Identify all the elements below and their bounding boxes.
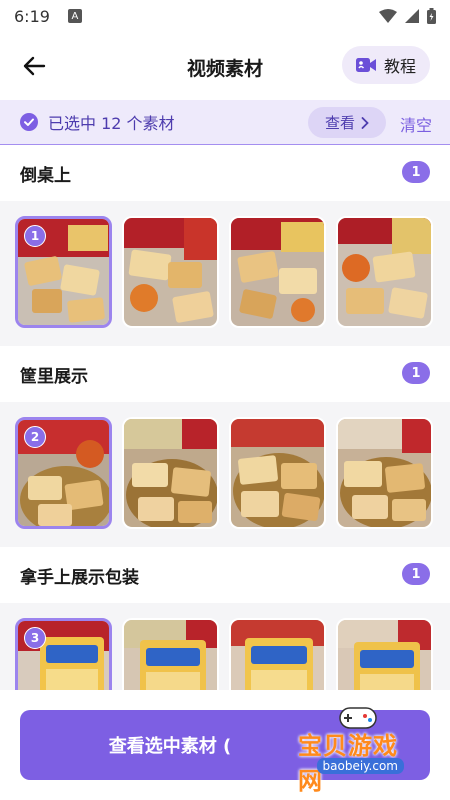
video-thumbnail[interactable] xyxy=(229,216,326,328)
video-thumbnail[interactable]: 2 xyxy=(15,417,112,529)
video-thumbnail[interactable] xyxy=(229,417,326,529)
view-selected-materials-button[interactable]: 查看选中素材 ( xyxy=(20,710,430,780)
section-count-badge: 1 xyxy=(402,563,430,585)
tutorial-button[interactable]: 教程 xyxy=(342,46,430,84)
video-thumbnail[interactable] xyxy=(336,216,433,328)
thumbnail-image xyxy=(231,218,324,326)
thumbnail-image xyxy=(124,419,217,527)
check-circle-icon xyxy=(20,113,38,131)
selected-order-badge: 2 xyxy=(24,426,46,448)
selected-order-badge: 3 xyxy=(24,627,46,649)
clear-button[interactable]: 清空 xyxy=(400,112,432,136)
thumbnail-row: 2 xyxy=(0,402,450,547)
section-title: 筐里展示 xyxy=(20,366,88,387)
thumbnail-image xyxy=(338,218,431,326)
selected-order-badge: 1 xyxy=(24,225,46,247)
chevron-right-icon xyxy=(361,116,369,129)
thumbnail-image xyxy=(231,419,324,527)
notification-icon: A xyxy=(67,9,82,23)
section-count-badge: 1 xyxy=(402,362,430,384)
selection-count-text: 已选中 12 个素材 xyxy=(48,114,175,133)
arrow-left-icon xyxy=(23,56,46,76)
wifi-icon xyxy=(379,9,397,23)
back-button[interactable] xyxy=(18,50,50,82)
status-icons xyxy=(379,8,436,24)
app-header: 视频素材 教程 xyxy=(0,32,450,98)
thumbnail-image xyxy=(338,419,431,527)
bottom-action-area: 查看选中素材 ( 宝贝游戏网 baobeiy.com xyxy=(0,690,450,800)
status-time: 6:19 xyxy=(14,6,50,26)
tutorial-label: 教程 xyxy=(383,57,416,76)
selection-summary-bar: 已选中 12 个素材 查看 清空 xyxy=(0,100,450,145)
video-thumbnail[interactable]: 1 xyxy=(15,216,112,328)
section-title: 拿手上展示包装 xyxy=(20,567,139,588)
video-thumbnail[interactable] xyxy=(122,216,219,328)
section-title: 倒桌上 xyxy=(20,165,71,186)
video-thumbnail[interactable] xyxy=(122,417,219,529)
view-label: 查看 xyxy=(324,114,355,132)
thumbnail-row: 1 xyxy=(0,201,450,346)
section-header: 倒桌上 1 xyxy=(0,145,450,201)
primary-button-label: 查看选中素材 ( xyxy=(108,736,232,757)
view-selected-button[interactable]: 查看 xyxy=(308,107,386,138)
battery-icon xyxy=(427,8,436,24)
signal-icon xyxy=(405,9,419,23)
section-header: 拿手上展示包装 1 xyxy=(0,547,450,603)
video-thumbnail[interactable] xyxy=(336,417,433,529)
thumbnail-image xyxy=(124,218,217,326)
status-bar: 6:19 A xyxy=(0,0,450,32)
section-count-badge: 1 xyxy=(402,161,430,183)
video-camera-icon xyxy=(355,58,376,72)
section-header: 筐里展示 1 xyxy=(0,346,450,402)
